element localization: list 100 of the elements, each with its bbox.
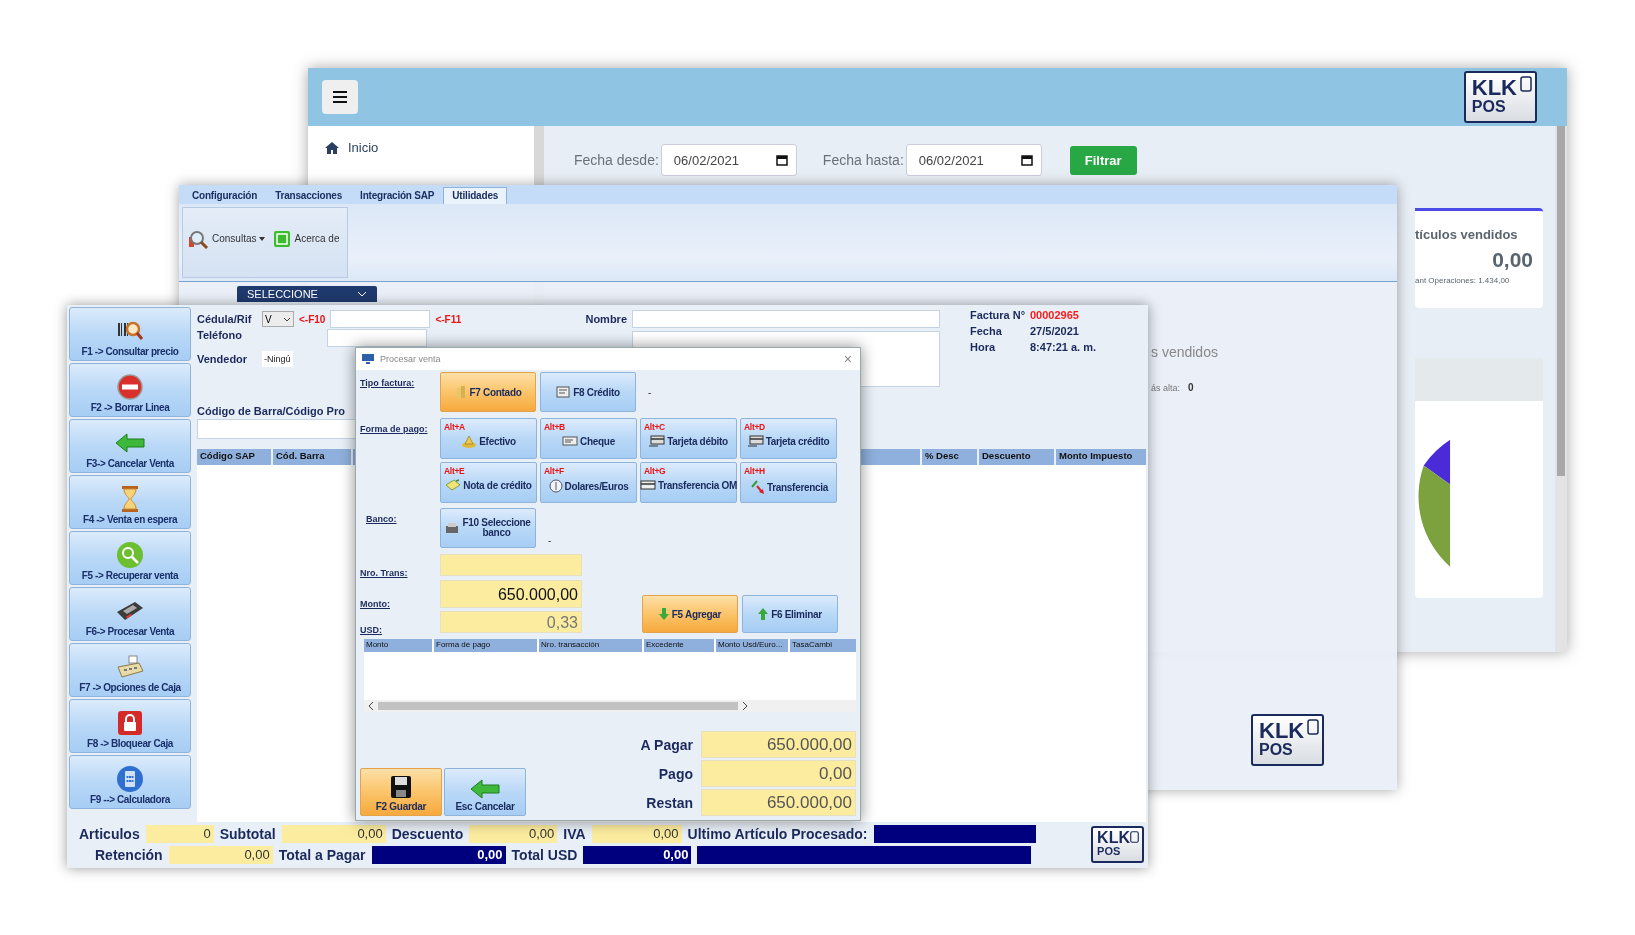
id-type-select[interactable]: V — [262, 311, 294, 327]
toolbar-button[interactable]: Acerca de — [273, 229, 340, 248]
payment-method-button[interactable]: Alt+G Transferencia OM — [640, 462, 737, 503]
barcode-input-field[interactable] — [197, 419, 357, 439]
logo-text: KLK — [1259, 720, 1305, 742]
currency-icon — [548, 479, 563, 493]
menu-tab[interactable]: Configuración — [183, 187, 267, 204]
date-field[interactable]: 06/02/2021 — [905, 144, 1042, 176]
down-arrow-icon — [658, 608, 669, 620]
column-header: Nro. transacción — [539, 639, 642, 652]
hourglass-icon — [120, 485, 140, 513]
search-icon — [187, 228, 209, 249]
function-key-button[interactable]: F7 -> Opciones de Caja — [69, 643, 191, 697]
field-label: Nombre — [585, 313, 627, 325]
column-header: Descuento — [979, 449, 1054, 465]
save-icon — [390, 775, 412, 799]
card-note: ant Operaciones: 1.434,00 — [1415, 276, 1511, 285]
function-key-button[interactable]: F3-> Cancelar Venta — [69, 419, 191, 473]
function-key-button[interactable]: F5 -> Recuperar venta — [69, 531, 191, 585]
total-field: 0,00 — [469, 825, 558, 843]
column-header: Código SAP — [197, 449, 271, 465]
function-key-button[interactable]: F8 -> Bloquear Caja — [69, 699, 191, 753]
action-button[interactable]: F5 Agregar — [642, 595, 738, 633]
action-button[interactable]: F6 Eliminar — [742, 595, 838, 633]
left-arrow-icon — [470, 779, 500, 799]
section-label: Forma de pago: — [360, 423, 429, 434]
phone-input-field[interactable] — [327, 329, 427, 347]
usd-input-field[interactable]: 0,33 — [440, 611, 582, 633]
function-key-button[interactable]: F6-> Procesar Venta — [69, 587, 191, 641]
function-key-button[interactable]: F2 -> Borrar Linea — [69, 363, 191, 417]
payment-method-button[interactable]: Alt+E Nota de crédito — [440, 462, 537, 503]
section-label: Banco: — [365, 513, 398, 524]
payment-method-button[interactable]: Alt+D Tarjeta crédito — [740, 418, 837, 459]
menu-icon — [333, 91, 347, 103]
horizontal-scrollbar[interactable] — [364, 700, 856, 712]
cheque-icon — [562, 435, 579, 447]
column-header: Monto — [364, 639, 432, 652]
card-reader-icon — [115, 600, 145, 622]
name-input-field[interactable] — [632, 310, 940, 328]
menu-tab[interactable]: Transacciones — [266, 187, 352, 204]
phone-icon — [1307, 719, 1320, 735]
payment-method-button[interactable]: Alt+C Tarjeta débito — [640, 418, 737, 459]
stat-label: ás alta: — [1151, 383, 1181, 393]
chevron-down-icon — [283, 316, 291, 322]
payment-method-button[interactable]: Alt+B Cheque — [540, 418, 637, 459]
payment-method-button[interactable]: Alt+H Transferencia — [740, 462, 837, 503]
total-label: Ultimo Artículo Procesado: — [687, 826, 868, 842]
hotkey-hint: <-F11 — [435, 313, 462, 325]
logo-text: KLK — [1097, 830, 1130, 846]
close-button[interactable]: × — [841, 351, 854, 367]
invoice-type-button[interactable]: F8 Crédito — [540, 372, 636, 412]
sidebar-item[interactable]: Inicio — [308, 136, 534, 159]
summary-field: 0,00 — [701, 760, 856, 787]
logo-text: POS — [1097, 846, 1122, 857]
info-label: Hora — [970, 341, 997, 353]
hotkey-hint: <-F10 — [299, 313, 326, 325]
date-field[interactable]: 06/02/2021 — [660, 144, 797, 176]
menu-tab[interactable]: Utilidades — [443, 187, 508, 204]
section-caption: s vendidos — [1151, 344, 1219, 360]
payment-method-button[interactable]: Alt+A Efectivo — [440, 418, 537, 459]
seller-field[interactable]: -Ningú — [262, 351, 293, 367]
card-value: 0,00 — [1492, 248, 1533, 272]
menu-button[interactable] — [322, 80, 358, 114]
total-label: Total USD — [511, 847, 578, 863]
column-header: % Desc — [922, 449, 977, 465]
transaction-input-field[interactable] — [440, 554, 582, 576]
scrollbar[interactable] — [1555, 126, 1567, 652]
bank-button[interactable]: F10 Seleccione banco — [440, 508, 536, 548]
total-field: 0,00 — [591, 825, 682, 843]
invoice-type-button[interactable]: F7 Contado — [440, 372, 536, 412]
summary-label: Restan — [645, 794, 693, 811]
total-field: 0,00 — [168, 846, 273, 864]
search-icon — [116, 541, 144, 569]
window-title: Procesar venta — [380, 354, 442, 364]
dropdown[interactable]: SELECCIONE — [237, 286, 377, 302]
column-header: Cód. Barra — [273, 449, 351, 465]
calendar-icon — [775, 154, 788, 166]
payment-method-button[interactable]: Alt+F Dolares/Euros — [540, 462, 637, 503]
summary-field: 650.000,00 — [701, 731, 856, 758]
value-text: - — [648, 386, 652, 398]
toolbar-button[interactable]: Consultas — [187, 228, 266, 249]
function-key-button[interactable]: F9 --> Calculadora — [69, 755, 191, 809]
menu-tab[interactable]: Integración SAP — [351, 187, 444, 204]
calculator-icon — [116, 765, 144, 793]
coins-icon — [461, 435, 478, 448]
field-label: Código de Barra/Código Pro — [197, 405, 346, 417]
chevron-down-icon — [357, 291, 367, 297]
total-field: 0,00 — [371, 846, 506, 864]
footer-button[interactable]: Esc Cancelar — [444, 768, 526, 816]
amount-input-field[interactable]: 650.000,00 — [440, 580, 582, 608]
phone-icon — [1520, 76, 1532, 92]
info-label: Fecha — [970, 325, 1003, 337]
stat-value: 0 — [1188, 382, 1194, 393]
id-input-field[interactable] — [330, 310, 431, 328]
column-header: Excedente — [644, 639, 714, 652]
summary-label: A Pagar — [640, 736, 693, 753]
footer-button[interactable]: F2 Guardar — [360, 768, 442, 816]
function-key-button[interactable]: F4 -> Venta en espera — [69, 475, 191, 529]
function-key-button[interactable]: F1 -> Consultar precio — [69, 307, 191, 361]
logo-text: POS — [1471, 99, 1507, 115]
